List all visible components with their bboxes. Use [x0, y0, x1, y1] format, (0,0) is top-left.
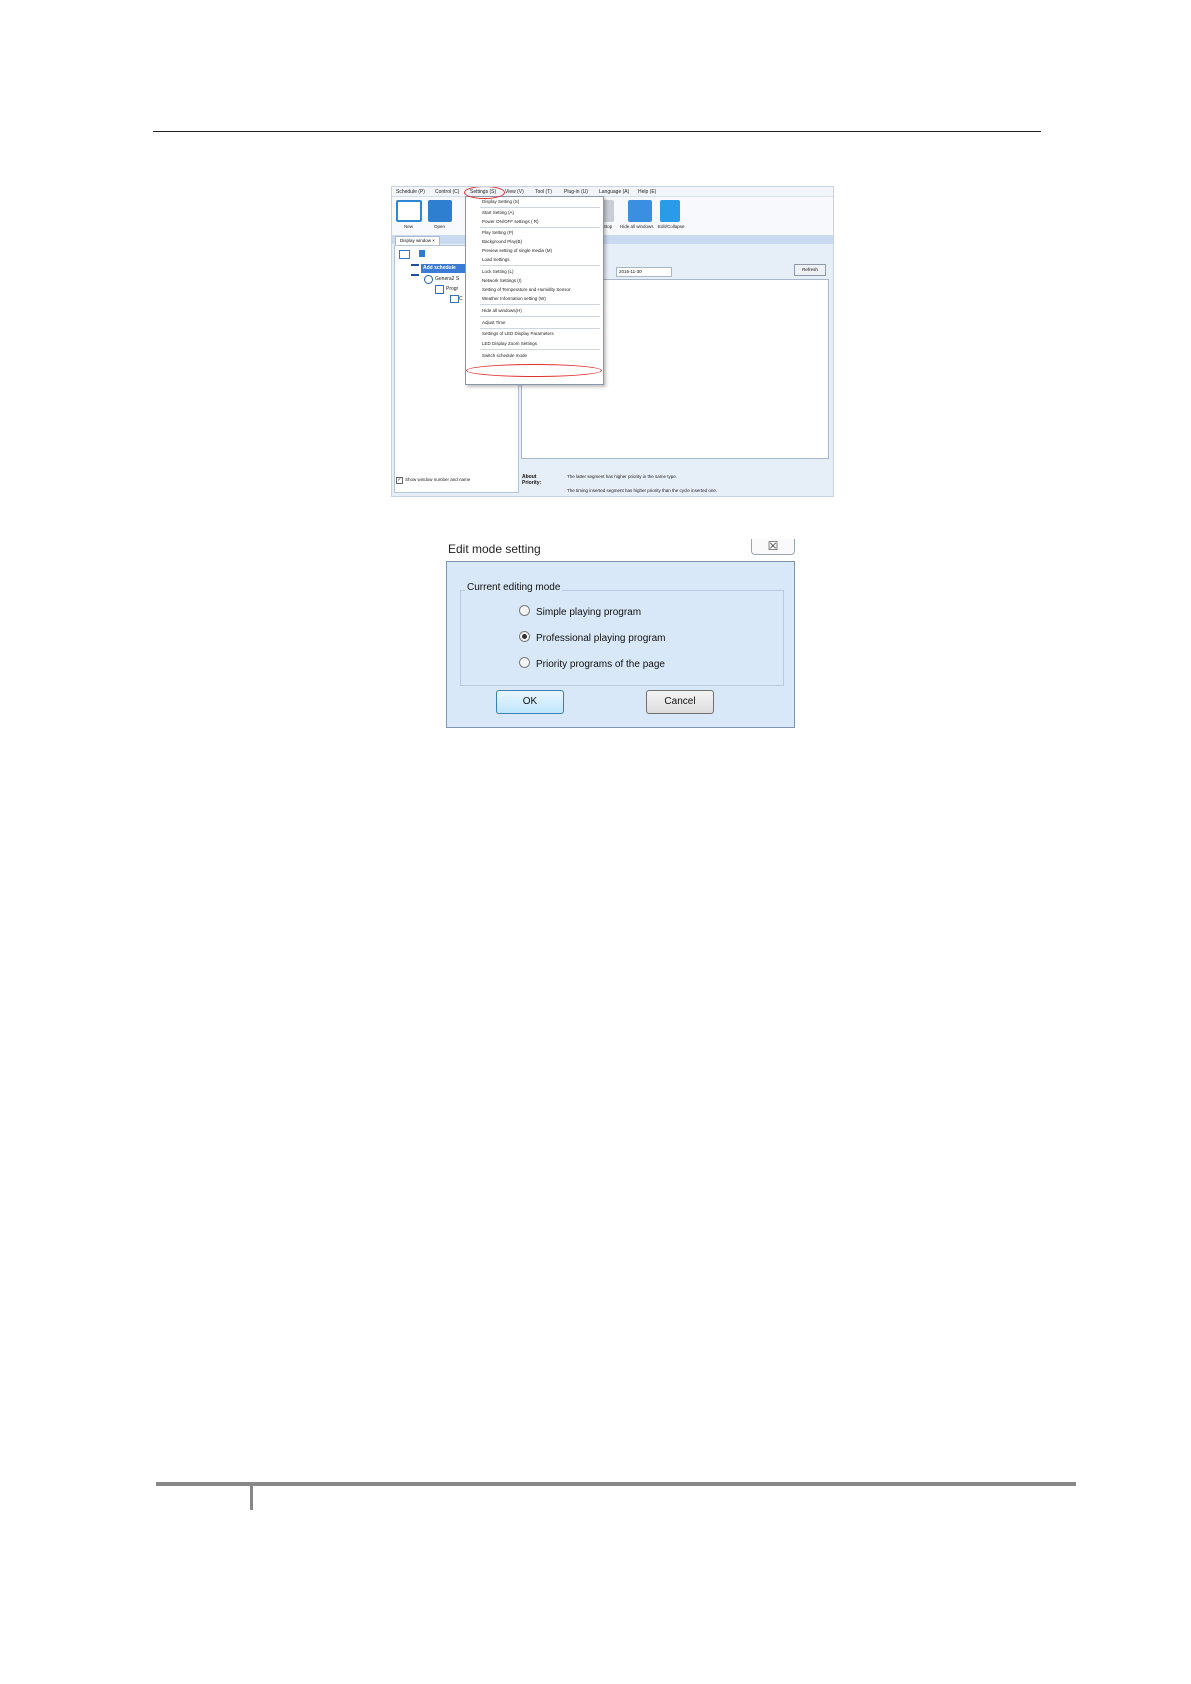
menu-help[interactable]: Help (E) — [638, 189, 656, 195]
menu-separator — [480, 207, 600, 208]
tab-strip: Display window × — [392, 235, 833, 245]
new-label: New — [404, 224, 414, 229]
trash-icon[interactable] — [419, 250, 425, 257]
toolbar: New Open Stop Hide all windows Edit/Coll… — [392, 197, 833, 235]
menu-item-temperature-sensor[interactable]: Setting of Temperature and Humidity Sens… — [482, 287, 570, 292]
clock-icon — [424, 275, 433, 284]
settings-dropdown-menu: Display Setting (S) Start Setting (A) Po… — [465, 196, 604, 385]
menu-separator — [480, 349, 600, 350]
menu-item-hide-all-windows[interactable]: Hide all windows(H) — [482, 308, 522, 313]
window-icon — [450, 295, 459, 303]
checkbox-icon[interactable]: ✓ — [396, 477, 403, 484]
menu-item-load-settings[interactable]: Load Settings — [482, 257, 510, 262]
menu-language[interactable]: Language (A) — [599, 189, 629, 195]
option-simple[interactable]: Simple playing program — [519, 605, 641, 618]
refresh-button[interactable]: Refresh — [794, 264, 826, 276]
menu-item-play-setting[interactable]: Play Setting (P) — [482, 230, 513, 235]
option-professional[interactable]: Professional playing program — [519, 631, 666, 644]
hide-all-label: Hide all windows — [620, 224, 654, 229]
menu-item-lock-setting[interactable]: Lock Setting (L) — [482, 269, 514, 274]
open-folder-icon[interactable] — [428, 200, 452, 222]
dialog-title: Edit mode setting — [448, 542, 541, 556]
tree-item-add-schedule[interactable]: Add schedule — [421, 264, 469, 273]
menu-item-switch-schedule-mode[interactable]: Switch schedule mode — [482, 353, 527, 358]
menu-plugin[interactable]: Plug-in (U) — [564, 189, 588, 195]
menu-item-background-play[interactable]: Background Play(B) — [482, 239, 522, 244]
menu-item-power-settings[interactable]: Power ON/OFF settings ( R) — [482, 219, 539, 224]
list-icon — [411, 264, 419, 276]
highlight-ellipse-settings — [464, 187, 505, 199]
date-picker[interactable]: 2016-11-30 — [616, 267, 672, 277]
menu-item-display-setting[interactable]: Display Setting (S) — [482, 199, 519, 204]
option-label: Priority programs of the page — [536, 659, 665, 670]
footer-rule — [156, 1482, 1076, 1486]
hide-windows-icon[interactable] — [628, 200, 652, 222]
close-icon[interactable]: ☒ — [751, 539, 795, 555]
menu-separator — [480, 304, 600, 305]
radio-selected-icon[interactable] — [519, 631, 530, 642]
edit-collapse-label: Edit/Collapse — [658, 224, 685, 229]
radio-icon[interactable] — [519, 605, 530, 616]
tree-item-child[interactable]: C — [459, 296, 463, 302]
option-priority[interactable]: Priority programs of the page — [519, 657, 665, 670]
stop-label: Stop — [603, 224, 613, 229]
tree-item-general[interactable]: Genera2 S — [435, 276, 459, 282]
about-priority-label: About Priority: — [522, 474, 542, 486]
menu-item-network-settings[interactable]: Network Settings (I) — [482, 278, 522, 283]
menu-item-preview-setting[interactable]: Preview setting of single media (M) — [482, 248, 552, 253]
menu-item-weather-setting[interactable]: Weather Information setting (W) — [482, 296, 546, 301]
display-icon[interactable] — [399, 250, 410, 259]
edit-mode-dialog: Edit mode setting ☒ Current editing mode… — [446, 539, 795, 728]
menu-separator — [480, 227, 600, 228]
show-window-option[interactable]: ✓ Show window number and name — [396, 477, 476, 484]
ok-button[interactable]: OK — [496, 690, 564, 714]
radio-icon[interactable] — [519, 657, 530, 668]
app-screenshot: Schedule (P) Control (C) Settings (S) Vi… — [391, 186, 834, 497]
menu-separator — [480, 265, 600, 266]
priority-note-1: The latter segment has higher priority i… — [567, 474, 678, 479]
footer-tick — [250, 1486, 253, 1510]
option-label: Simple playing program — [536, 607, 642, 618]
header-rule — [153, 131, 1041, 132]
group-label: Current editing mode — [465, 582, 563, 593]
tree-item-program[interactable]: Progr — [446, 286, 458, 292]
menu-item-led-parameters[interactable]: Settings of LED Display Parameters — [482, 331, 554, 336]
open-label: Open — [434, 224, 446, 229]
menu-item-start-setting[interactable]: Start Setting (A) — [482, 210, 514, 215]
menu-schedule[interactable]: Schedule (P) — [396, 189, 425, 195]
new-icon[interactable] — [396, 200, 422, 222]
priority-note-2: The timing inserted segment has higher p… — [567, 488, 718, 493]
menu-item-led-zoom[interactable]: LED Display Zoom Settings — [482, 341, 537, 346]
tab-display-window[interactable]: Display window × — [395, 236, 440, 245]
highlight-ellipse-switch-mode — [466, 364, 602, 377]
menu-separator — [480, 316, 600, 317]
menu-separator — [480, 328, 600, 329]
collapse-icon[interactable] — [660, 200, 680, 222]
show-window-label: Show window number and name — [405, 477, 471, 482]
menu-view[interactable]: View (V) — [505, 189, 524, 195]
menu-item-adjust-time[interactable]: Adjust Time — [482, 320, 506, 325]
cancel-button[interactable]: Cancel — [646, 690, 714, 714]
option-label: Professional playing program — [536, 633, 666, 644]
menu-bar: Schedule (P) Control (C) Settings (S) Vi… — [392, 187, 833, 197]
menu-tool[interactable]: Tool (T) — [535, 189, 552, 195]
program-icon — [435, 285, 444, 294]
menu-control[interactable]: Control (C) — [435, 189, 459, 195]
dialog-body: Current editing mode Simple playing prog… — [446, 561, 795, 728]
